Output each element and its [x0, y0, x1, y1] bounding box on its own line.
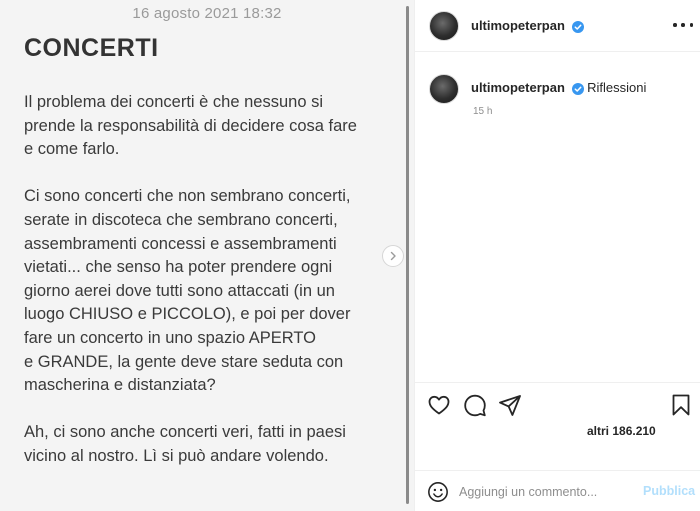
- note-line: luogo CHIUSO e PICCOLO), e poi per dover: [24, 305, 351, 324]
- note-line: vicino al nostro. Lì si può andare volen…: [24, 446, 329, 465]
- note-line: mascherina e distanziata?: [24, 376, 216, 395]
- caption: ultimopeterpan Riflessioni: [471, 80, 646, 95]
- header-username[interactable]: ultimopeterpan: [471, 18, 584, 33]
- post-actions: [415, 382, 700, 422]
- note-line: Ci sono concerti che non sembrano concer…: [24, 187, 351, 206]
- caption-avatar[interactable]: [429, 74, 459, 104]
- note-line: assembramenti concessi e assembramenti: [24, 234, 337, 253]
- note-line: giorno aerei dove tutti sono attaccati (…: [24, 281, 335, 300]
- caption-text: Riflessioni: [587, 80, 647, 95]
- note-line: serate in discoteca che sembrano concert…: [24, 210, 338, 229]
- share-icon[interactable]: [498, 393, 522, 417]
- note-body: Il problema dei concerti è che nessuno s…: [24, 91, 396, 469]
- chevron-right-icon: [390, 251, 396, 261]
- caption-username[interactable]: ultimopeterpan: [471, 80, 565, 95]
- note-line: Ah, ci sono anche concerti veri, fatti i…: [24, 423, 346, 442]
- comment-icon[interactable]: [463, 393, 487, 417]
- comment-input[interactable]: [459, 481, 629, 503]
- note-line: vietati... che senso ha poter prendere o…: [24, 258, 333, 277]
- note-line: e come farlo.: [24, 140, 120, 159]
- heart-icon[interactable]: [427, 393, 451, 417]
- note-line: fare un concerto in uno spazio APERTO: [24, 328, 316, 347]
- note-line: e GRANDE, la gente deve stare seduta con: [24, 352, 344, 371]
- note-line: Il problema dei concerti è che nessuno s…: [24, 93, 323, 111]
- image-scrollbar[interactable]: [406, 6, 409, 504]
- verified-badge-icon: [571, 82, 584, 95]
- bookmark-icon[interactable]: [669, 393, 693, 417]
- emoji-icon[interactable]: [427, 481, 449, 503]
- post-header: ultimopeterpan: [415, 0, 700, 52]
- note-line: prende la responsabilità di decidere cos…: [24, 116, 357, 135]
- verified-badge-icon: [571, 20, 584, 33]
- more-options-icon[interactable]: [673, 18, 693, 32]
- note-date: 16 agosto 2021 18:32: [132, 5, 282, 22]
- likes-count[interactable]: altri 186.210: [587, 424, 656, 438]
- comment-bar: Pubblica: [415, 470, 700, 511]
- note-title: CONCERTI: [24, 34, 159, 62]
- caption-timestamp[interactable]: 15 h: [473, 106, 492, 117]
- publish-button[interactable]: Pubblica: [643, 484, 695, 498]
- avatar[interactable]: [429, 11, 459, 41]
- post-image: 16 agosto 2021 18:32 CONCERTI Il problem…: [0, 0, 414, 511]
- next-image-button[interactable]: [382, 245, 404, 267]
- post-sidebar: ultimopeterpan ultimopeterpan Riflession…: [414, 0, 700, 511]
- username-text: ultimopeterpan: [471, 18, 565, 33]
